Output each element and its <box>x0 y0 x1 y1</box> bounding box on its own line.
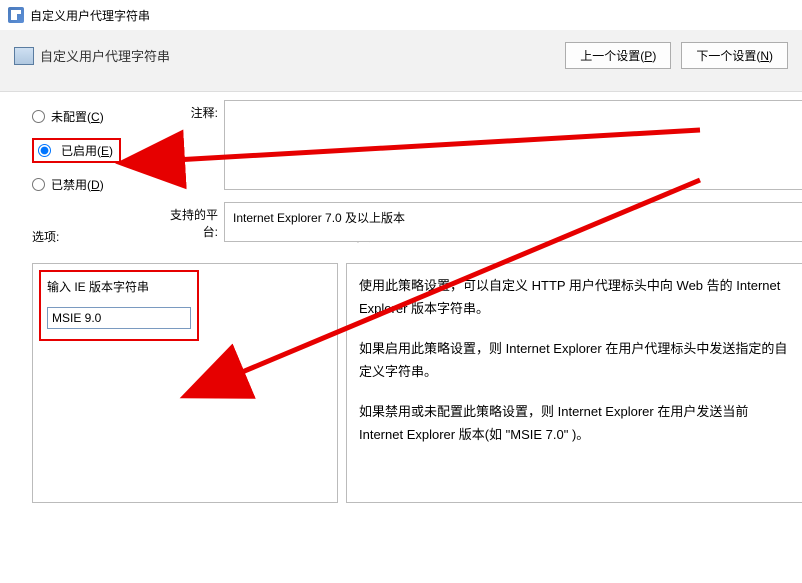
next-setting-label: 下一个设置 <box>696 49 756 63</box>
header-bar: 自定义用户代理字符串 上一个设置(P) 下一个设置(N) <box>0 30 802 92</box>
radio-enabled-label: 已启用 <box>61 144 97 158</box>
radio-enabled-accel: E <box>101 144 109 158</box>
radio-enabled-input[interactable] <box>38 144 51 157</box>
radio-not-configured-accel: C <box>91 110 100 124</box>
help-pane: 使用此策略设置，可以自定义 HTTP 用户代理标头中向 Web 告的 Inter… <box>346 263 802 503</box>
options-highlight: 输入 IE 版本字符串 <box>39 270 199 341</box>
help-paragraph-1: 使用此策略设置，可以自定义 HTTP 用户代理标头中向 Web 告的 Inter… <box>359 274 790 321</box>
radio-enabled-highlight: 已启用(E) <box>32 138 121 163</box>
window-titlebar: 自定义用户代理字符串 <box>0 0 802 30</box>
next-setting-button[interactable]: 下一个设置(N) <box>681 42 788 69</box>
platform-value: Internet Explorer 7.0 及以上版本 <box>224 202 802 242</box>
platform-label: 支持的平台: <box>160 202 224 242</box>
radio-not-configured-label: 未配置 <box>51 110 87 124</box>
radio-disabled-input[interactable] <box>32 178 45 191</box>
help-paragraph-3: 如果禁用或未配置此策略设置，则 Internet Explorer 在用户发送当… <box>359 400 790 447</box>
window-title: 自定义用户代理字符串 <box>30 7 150 24</box>
prev-setting-label: 上一个设置 <box>580 49 640 63</box>
radio-enabled[interactable]: 已启用(E) <box>61 142 113 159</box>
options-pane: 输入 IE 版本字符串 <box>32 263 338 503</box>
radio-disabled-label: 已禁用 <box>51 178 87 192</box>
next-accel: N <box>760 49 769 63</box>
prev-accel: P <box>644 49 652 63</box>
header-title: 自定义用户代理字符串 <box>40 46 170 65</box>
radio-disabled-accel: D <box>91 178 100 192</box>
comment-label: 注释: <box>160 100 224 190</box>
comment-input[interactable] <box>224 100 802 190</box>
ie-version-input[interactable] <box>47 307 191 329</box>
main-area: 注释: 支持的平台: Internet Explorer 7.0 及以上版本 未… <box>0 92 802 503</box>
policy-icon <box>14 47 34 65</box>
prev-setting-button[interactable]: 上一个设置(P) <box>565 42 671 69</box>
ie-version-label: 输入 IE 版本字符串 <box>47 278 191 295</box>
radio-not-configured-input[interactable] <box>32 110 45 123</box>
help-paragraph-2: 如果启用此策略设置，则 Internet Explorer 在用户代理标头中发送… <box>359 337 790 384</box>
app-icon <box>8 7 24 23</box>
